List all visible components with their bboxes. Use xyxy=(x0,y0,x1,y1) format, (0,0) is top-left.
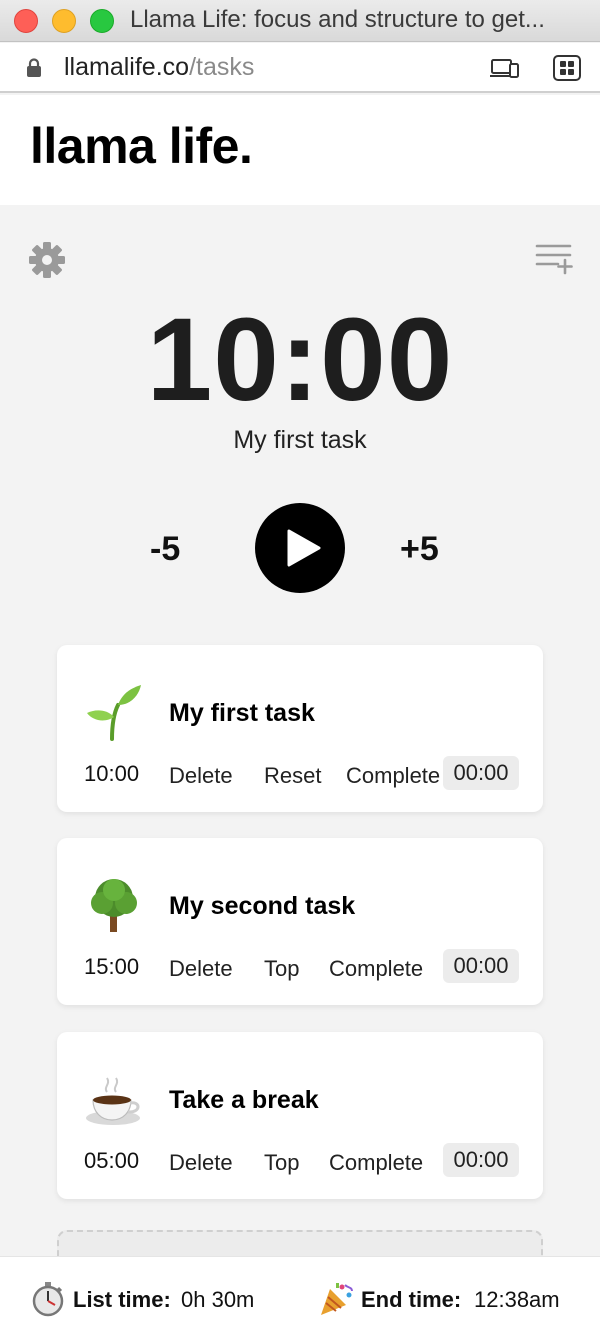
complete-button[interactable]: Complete xyxy=(329,956,423,982)
countdown-timer: 10:00 xyxy=(146,294,454,426)
add-task-list-icon[interactable] xyxy=(534,240,574,276)
play-button[interactable] xyxy=(255,503,345,593)
task-name[interactable]: My second task xyxy=(169,892,355,921)
address-bar[interactable]: llamalife.co/tasks xyxy=(0,43,600,93)
complete-button[interactable]: Complete xyxy=(346,763,440,789)
elapsed-time-badge: 00:00 xyxy=(443,1143,519,1177)
end-time-value: 12:38am xyxy=(474,1287,560,1312)
elapsed-time-badge: 00:00 xyxy=(443,949,519,983)
close-window-button[interactable] xyxy=(14,9,38,33)
task-card[interactable]: My first task 10:00 Delete Reset Complet… xyxy=(57,645,543,812)
brand-logo[interactable]: llama life. xyxy=(30,117,253,175)
window-title: Llama Life: focus and structure to get..… xyxy=(130,6,545,33)
window-titlebar: Llama Life: focus and structure to get..… xyxy=(0,0,600,42)
end-time-label: End time: xyxy=(361,1287,462,1312)
app-header: llama life. xyxy=(0,95,600,205)
task-card[interactable]: My second task 15:00 Delete Top Complete… xyxy=(57,838,543,1005)
stopwatch-icon xyxy=(32,1282,64,1317)
minimize-window-button[interactable] xyxy=(52,9,76,33)
party-popper-icon xyxy=(321,1283,353,1315)
url-domain: llamalife.co xyxy=(64,53,190,81)
list-time-label: List time: xyxy=(73,1287,171,1312)
zoom-window-button[interactable] xyxy=(90,9,114,33)
tree-icon xyxy=(91,879,137,932)
task-name[interactable]: Take a break xyxy=(169,1086,319,1115)
move-to-top-button[interactable]: Top xyxy=(264,956,299,982)
current-task-label: My first task xyxy=(233,426,367,454)
elapsed-time-badge: 00:00 xyxy=(443,756,519,790)
seedling-icon xyxy=(87,685,141,741)
task-card[interactable]: Take a break 05:00 Delete Top Complete 0… xyxy=(57,1032,543,1199)
minus-five-minutes-button[interactable]: -5 xyxy=(150,530,180,569)
coffee-icon xyxy=(86,1077,140,1125)
delete-button[interactable]: Delete xyxy=(169,1150,233,1176)
plus-five-minutes-button[interactable]: +5 xyxy=(400,530,439,569)
lock-icon xyxy=(27,58,41,77)
delete-button[interactable]: Delete xyxy=(169,956,233,982)
move-to-top-button[interactable]: Top xyxy=(264,1150,299,1176)
play-icon xyxy=(287,529,321,567)
task-name[interactable]: My first task xyxy=(169,699,315,728)
list-time-value: 0h 30m xyxy=(181,1287,255,1312)
settings-gear-icon[interactable] xyxy=(27,240,67,280)
delete-button[interactable]: Delete xyxy=(169,763,233,789)
reset-button[interactable]: Reset xyxy=(264,763,321,789)
devices-icon[interactable] xyxy=(490,55,520,81)
task-duration[interactable]: 05:00 xyxy=(84,1148,139,1174)
url-path: /tasks xyxy=(189,53,255,81)
summary-footer: List time: 0h 30m End time: 12:38am xyxy=(0,1256,600,1343)
task-duration[interactable]: 10:00 xyxy=(84,761,139,787)
complete-button[interactable]: Complete xyxy=(329,1150,423,1176)
task-duration[interactable]: 15:00 xyxy=(84,954,139,980)
url-text[interactable]: llamalife.co/tasks xyxy=(64,53,254,82)
extensions-icon[interactable] xyxy=(552,55,582,81)
